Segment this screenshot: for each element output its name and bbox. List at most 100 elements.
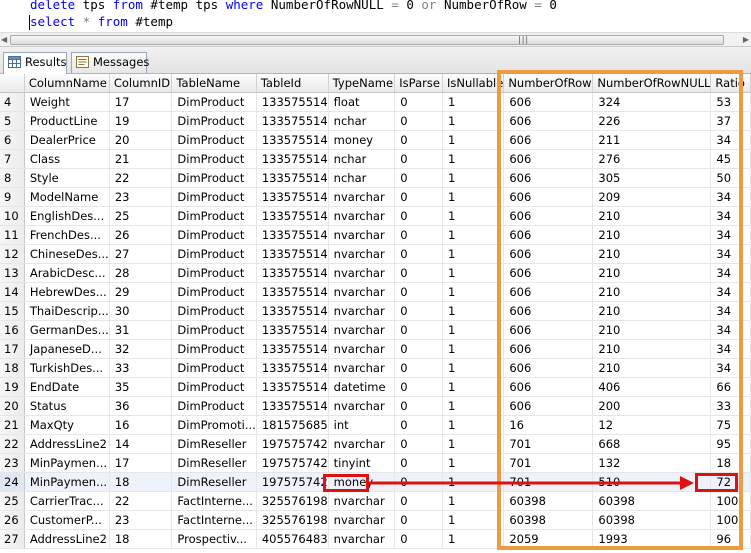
table-cell[interactable]: nvarchar xyxy=(328,301,396,321)
table-cell[interactable]: 1 xyxy=(442,377,505,397)
table-cell[interactable]: 510 xyxy=(592,472,712,492)
table-cell[interactable]: DimProduct xyxy=(171,301,257,321)
table-row[interactable]: 26 CustomerP... 23 FactInterne... 325576198 n… xyxy=(0,510,751,530)
table-cell[interactable]: nchar xyxy=(328,168,396,188)
table-cell[interactable]: 0 xyxy=(394,510,444,530)
table-cell[interactable]: 1 xyxy=(442,111,505,131)
table-cell[interactable]: 34 xyxy=(710,282,751,302)
column-header[interactable]: TableId xyxy=(256,74,329,93)
row-number[interactable]: 11 xyxy=(0,225,25,245)
column-header-rownum[interactable] xyxy=(0,74,25,93)
table-cell[interactable]: 1 xyxy=(442,244,505,264)
table-cell[interactable]: 60398 xyxy=(592,491,712,511)
table-cell[interactable]: 18 xyxy=(109,529,173,549)
table-cell[interactable]: 133575514 xyxy=(256,263,329,283)
table-cell[interactable]: 210 xyxy=(592,339,712,359)
table-cell[interactable]: 1 xyxy=(442,301,505,321)
table-cell[interactable]: DimProduct xyxy=(171,396,257,416)
table-cell[interactable]: 37 xyxy=(710,111,751,131)
table-cell[interactable]: 1 xyxy=(442,491,505,511)
table-cell[interactable]: nvarchar xyxy=(328,187,396,207)
table-row[interactable]: 11 FrenchDes... 26 DimProduct 133575514 nvarc… xyxy=(0,225,751,245)
table-cell[interactable]: 16 xyxy=(109,415,173,435)
row-number[interactable]: 24 xyxy=(0,472,25,492)
table-cell[interactable]: 0 xyxy=(394,263,444,283)
table-cell[interactable]: DimProduct xyxy=(171,130,257,150)
table-cell[interactable]: 53 xyxy=(710,92,751,112)
table-cell[interactable]: 606 xyxy=(503,282,594,302)
table-cell[interactable]: 1 xyxy=(442,263,505,283)
table-cell[interactable]: nvarchar xyxy=(328,263,396,283)
table-cell[interactable]: 606 xyxy=(503,225,594,245)
table-cell[interactable]: 210 xyxy=(592,320,712,340)
table-cell[interactable]: 0 xyxy=(394,529,444,549)
table-cell[interactable]: 1 xyxy=(442,472,505,492)
results-grid[interactable]: ColumnName ColumnID TableName TableId TypeNa… xyxy=(0,74,751,553)
table-cell[interactable]: 701 xyxy=(503,453,594,473)
table-row[interactable]: 24 MinPaymen... 18 DimReseller 197575742 mone… xyxy=(0,472,751,492)
table-cell[interactable]: 26 xyxy=(109,225,173,245)
table-cell[interactable]: 100 xyxy=(710,510,751,530)
table-row[interactable]: 27 AddressLine2 18 Prospectiv... 405576483 nv… xyxy=(0,529,751,549)
table-cell[interactable]: DimReseller xyxy=(171,434,257,454)
table-cell[interactable]: 606 xyxy=(503,358,594,378)
table-row[interactable]: 20 Status 36 DimProduct 133575514 nvarchar 0 1 6… xyxy=(0,396,751,416)
table-cell[interactable]: 133575514 xyxy=(256,149,329,169)
table-cell[interactable]: 606 xyxy=(503,320,594,340)
table-row[interactable]: 17 JapaneseD... 32 DimProduct 133575514 nvarc… xyxy=(0,339,751,359)
table-cell[interactable]: 606 xyxy=(503,301,594,321)
table-cell[interactable]: nvarchar xyxy=(328,510,396,530)
table-cell[interactable]: 606 xyxy=(503,168,594,188)
table-cell[interactable]: 1 xyxy=(442,187,505,207)
table-cell[interactable]: 34 xyxy=(710,187,751,207)
table-cell[interactable]: CarrierTrac... xyxy=(24,491,110,511)
scroll-left-arrow-icon[interactable]: ◀ xyxy=(1,35,7,45)
table-cell[interactable]: 1 xyxy=(442,168,505,188)
table-cell[interactable]: 0 xyxy=(394,92,444,112)
table-row[interactable]: 6 DealerPrice 20 DimProduct 133575514 money 0 1… xyxy=(0,130,751,150)
table-cell[interactable]: 72 xyxy=(710,472,751,492)
table-cell[interactable]: 133575514 xyxy=(256,358,329,378)
row-number[interactable]: 25 xyxy=(0,491,25,511)
table-cell[interactable]: DimReseller xyxy=(171,453,257,473)
table-cell[interactable]: 12 xyxy=(592,415,712,435)
table-cell[interactable]: 0 xyxy=(394,339,444,359)
table-cell[interactable]: 210 xyxy=(592,244,712,264)
table-cell[interactable]: 606 xyxy=(503,244,594,264)
table-cell[interactable]: 23 xyxy=(109,187,173,207)
scrollbar-thumb[interactable]: ||| xyxy=(10,35,724,45)
table-cell[interactable]: nvarchar xyxy=(328,434,396,454)
editor-horizontal-scrollbar[interactable]: ◀ ||| ▶ xyxy=(0,32,751,47)
table-cell[interactable]: 1 xyxy=(442,434,505,454)
table-cell[interactable]: 325576198 xyxy=(256,510,329,530)
row-number[interactable]: 8 xyxy=(0,168,25,188)
table-cell[interactable]: DimProduct xyxy=(171,92,257,112)
table-cell[interactable]: money xyxy=(328,130,396,150)
table-cell[interactable]: 36 xyxy=(109,396,173,416)
table-cell[interactable]: MinPaymen... xyxy=(24,453,110,473)
table-cell[interactable]: 210 xyxy=(592,263,712,283)
table-cell[interactable]: DimPromoti... xyxy=(171,415,257,435)
table-cell[interactable]: 33 xyxy=(109,358,173,378)
table-cell[interactable]: CustomerP... xyxy=(24,510,110,530)
table-cell[interactable]: 133575514 xyxy=(256,396,329,416)
table-cell[interactable]: 75 xyxy=(710,415,751,435)
table-cell[interactable]: DimProduct xyxy=(171,225,257,245)
table-row[interactable]: 15 ThaiDescrip... 30 DimProduct 133575514 nva… xyxy=(0,301,751,321)
table-cell[interactable]: 0 xyxy=(394,453,444,473)
table-cell[interactable]: HebrewDes... xyxy=(24,282,110,302)
table-cell[interactable]: nvarchar xyxy=(328,320,396,340)
table-cell[interactable]: DimProduct xyxy=(171,187,257,207)
table-cell[interactable]: 23 xyxy=(109,510,173,530)
table-cell[interactable]: 1 xyxy=(442,510,505,530)
table-cell[interactable]: 209 xyxy=(592,187,712,207)
scroll-right-arrow-icon[interactable]: ▶ xyxy=(743,35,749,45)
table-row[interactable]: 21 MaxQty 16 DimPromoti... 181575685 int 0 1 16 1… xyxy=(0,415,751,435)
table-cell[interactable]: 701 xyxy=(503,472,594,492)
row-number[interactable]: 5 xyxy=(0,111,25,131)
table-row[interactable]: 16 GermanDes... 31 DimProduct 133575514 nvarc… xyxy=(0,320,751,340)
table-cell[interactable]: 16 xyxy=(503,415,594,435)
row-number[interactable]: 20 xyxy=(0,396,25,416)
table-cell[interactable]: 133575514 xyxy=(256,301,329,321)
table-cell[interactable]: nvarchar xyxy=(328,491,396,511)
